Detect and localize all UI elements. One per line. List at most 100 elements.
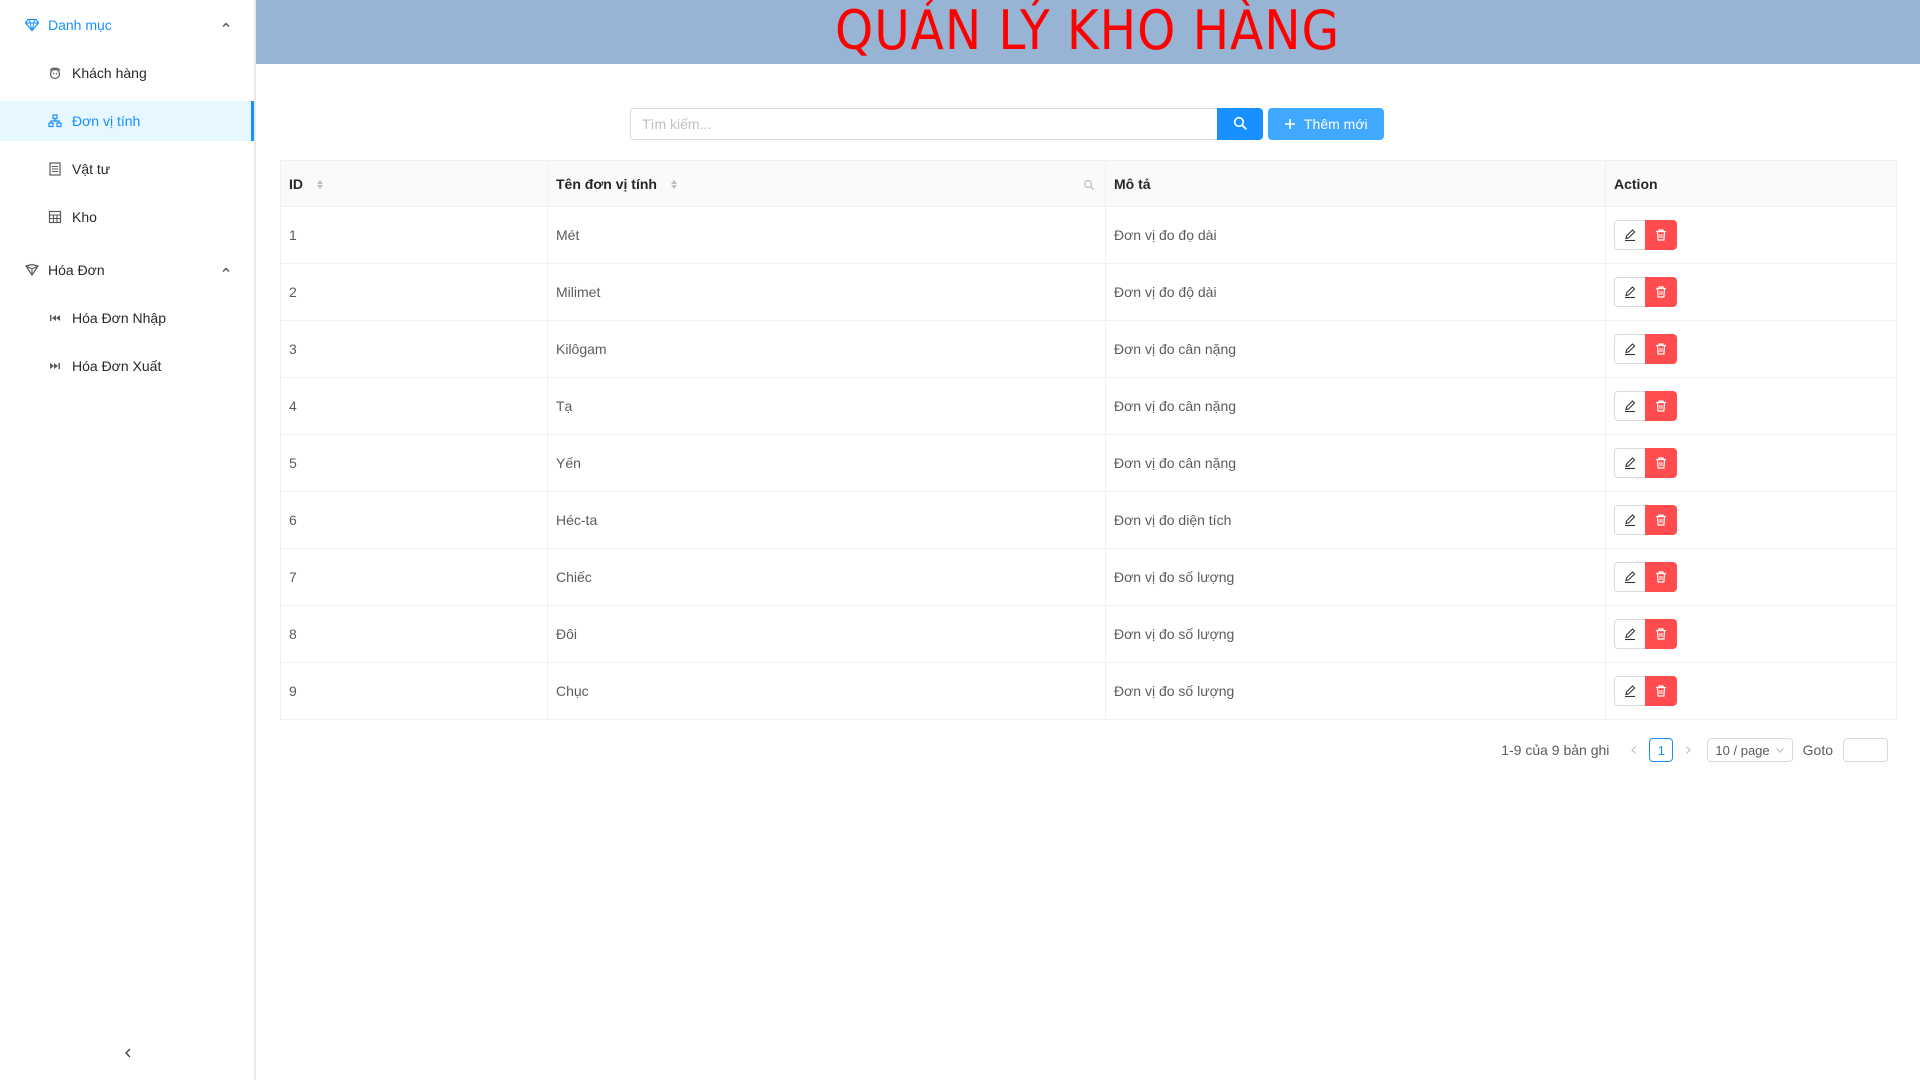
sidebar-item-label: Khách hàng bbox=[72, 65, 147, 81]
cell-name: Chiếc bbox=[547, 548, 1106, 606]
page-title: QUẢN LÝ KHO HÀNG bbox=[835, 0, 1341, 62]
table-row: 1 Mét Đơn vị đo đọ dài bbox=[280, 206, 1897, 264]
edit-button[interactable] bbox=[1614, 448, 1646, 478]
step-forward-icon bbox=[48, 359, 62, 373]
menu-group-label: Hóa Đơn bbox=[48, 261, 105, 278]
delete-icon bbox=[1656, 400, 1666, 412]
column-header-name[interactable]: Tên đơn vị tính bbox=[547, 160, 1106, 207]
edit-button[interactable] bbox=[1614, 391, 1646, 421]
delete-button[interactable] bbox=[1645, 448, 1677, 478]
customer-icon bbox=[48, 66, 62, 80]
edit-icon bbox=[1625, 343, 1636, 356]
goto-input[interactable] bbox=[1843, 738, 1888, 762]
data-table: ID Tên đơn vị tính Mô tả Action 1Mét Đơn… bbox=[280, 160, 1897, 720]
table-row: 9 Chục Đơn vị đo số lượng bbox=[280, 662, 1897, 720]
chevron-left-icon bbox=[122, 1046, 134, 1062]
delete-button[interactable] bbox=[1645, 391, 1677, 421]
filter-search-icon[interactable] bbox=[1083, 178, 1095, 190]
table-header-row: ID Tên đơn vị tính Mô tả Action bbox=[280, 160, 1897, 207]
table-row: 5 Yến Đơn vị đo cân nặng bbox=[280, 434, 1897, 492]
edit-button[interactable] bbox=[1614, 562, 1646, 592]
edit-icon bbox=[1625, 286, 1636, 299]
edit-button[interactable] bbox=[1614, 619, 1646, 649]
add-new-button[interactable]: Thêm mới bbox=[1268, 108, 1384, 140]
cell-action bbox=[1605, 320, 1897, 378]
delete-button[interactable] bbox=[1645, 220, 1677, 250]
cell-name: Kilôgam bbox=[547, 320, 1106, 378]
cell-id: 8 bbox=[280, 605, 548, 663]
cluster-icon bbox=[48, 114, 62, 128]
delete-button[interactable] bbox=[1645, 277, 1677, 307]
column-header-action: Action bbox=[1605, 160, 1897, 207]
search-button[interactable] bbox=[1217, 108, 1263, 140]
delete-button[interactable] bbox=[1645, 334, 1677, 364]
sidebar-collapse-button[interactable] bbox=[0, 1042, 256, 1066]
delete-button[interactable] bbox=[1645, 562, 1677, 592]
row-actions bbox=[1614, 334, 1888, 364]
sort-icon[interactable] bbox=[316, 180, 323, 190]
delete-icon bbox=[1656, 229, 1666, 241]
pagination: 1-9 của 9 bản ghi 1 10 / page Goto bbox=[1501, 738, 1888, 762]
sidebar-item-label: Hóa Đơn Xuất bbox=[72, 358, 162, 374]
cell-description: Đơn vị đo cân nặng bbox=[1105, 434, 1606, 492]
sidebar-item-label: Kho bbox=[72, 209, 97, 225]
row-actions bbox=[1614, 277, 1888, 307]
edit-button[interactable] bbox=[1614, 505, 1646, 535]
edit-button[interactable] bbox=[1614, 277, 1646, 307]
cell-action bbox=[1605, 206, 1897, 264]
delete-button[interactable] bbox=[1645, 619, 1677, 649]
edit-icon bbox=[1625, 457, 1636, 470]
row-actions bbox=[1614, 505, 1888, 535]
table-row: 4 Tạ Đơn vị đo cân nặng bbox=[280, 377, 1897, 435]
table-row: 8 Đôi Đơn vị đo số lượng bbox=[280, 605, 1897, 663]
cell-id: 9 bbox=[280, 662, 548, 720]
search-input[interactable] bbox=[630, 108, 1217, 140]
column-header-id[interactable]: ID bbox=[280, 160, 548, 207]
sidebar-item-khach-hang[interactable]: Khách hàng bbox=[0, 53, 254, 93]
edit-icon bbox=[1625, 628, 1636, 641]
sidebar-item-label: Vật tư bbox=[72, 161, 111, 177]
delete-icon bbox=[1656, 571, 1666, 583]
sidebar-item-don-vi-tinh[interactable]: Đơn vị tính bbox=[0, 101, 254, 141]
pagination-page-1[interactable]: 1 bbox=[1649, 738, 1674, 762]
sidebar-item-hoa-don-xuat[interactable]: Hóa Đơn Xuất bbox=[0, 346, 254, 386]
cell-id: 1 bbox=[280, 206, 548, 264]
table-row: 2 Milimet Đơn vị đo độ dài bbox=[280, 263, 1897, 321]
cell-description: Đơn vị đo đọ dài bbox=[1105, 206, 1606, 264]
delete-icon bbox=[1656, 343, 1666, 355]
delete-button[interactable] bbox=[1645, 505, 1677, 535]
row-actions bbox=[1614, 448, 1888, 478]
pagination-prev-button[interactable] bbox=[1623, 738, 1645, 762]
sidebar-item-kho[interactable]: Kho bbox=[0, 197, 254, 237]
row-actions bbox=[1614, 619, 1888, 649]
edit-button[interactable] bbox=[1614, 220, 1646, 250]
table-body: 1 Mét Đơn vị đo đọ dài 2 Milimet Đơn vị đo độ… bbox=[280, 206, 1897, 720]
cell-description: Đơn vị đo cân nặng bbox=[1105, 320, 1606, 378]
sort-icon[interactable] bbox=[670, 180, 677, 190]
column-header-description: Mô tả bbox=[1105, 160, 1606, 207]
warehouse-icon bbox=[48, 210, 62, 224]
menu-group-danh-muc[interactable]: Danh mục bbox=[0, 0, 254, 49]
chevron-right-icon bbox=[1686, 746, 1692, 754]
sidebar-item-label: Đơn vị tính bbox=[72, 113, 141, 129]
row-actions bbox=[1614, 391, 1888, 421]
pagination-next-button[interactable] bbox=[1677, 738, 1699, 762]
cell-description: Đơn vị đo số lượng bbox=[1105, 605, 1606, 663]
delete-button[interactable] bbox=[1645, 676, 1677, 706]
plus-icon bbox=[1284, 118, 1296, 130]
edit-button[interactable] bbox=[1614, 676, 1646, 706]
page-size-select[interactable]: 10 / page bbox=[1707, 738, 1793, 762]
edit-button[interactable] bbox=[1614, 334, 1646, 364]
cell-action bbox=[1605, 548, 1897, 606]
sidebar: Danh mục Khách hàng Đơn vị tính Vật tư K… bbox=[0, 0, 256, 1080]
sidebar-item-vat-tu[interactable]: Vật tư bbox=[0, 149, 254, 189]
sidebar-item-hoa-don-nhap[interactable]: Hóa Đơn Nhập bbox=[0, 298, 254, 338]
delete-icon bbox=[1656, 286, 1666, 298]
cell-description: Đơn vị đo cân nặng bbox=[1105, 377, 1606, 435]
delete-icon bbox=[1656, 514, 1666, 526]
step-backward-icon bbox=[48, 311, 62, 325]
goto-label: Goto bbox=[1802, 742, 1833, 758]
menu-group-hoa-don[interactable]: Hóa Đơn bbox=[0, 245, 254, 294]
column-header-label: Tên đơn vị tính bbox=[556, 175, 657, 192]
add-new-label: Thêm mới bbox=[1304, 116, 1368, 132]
